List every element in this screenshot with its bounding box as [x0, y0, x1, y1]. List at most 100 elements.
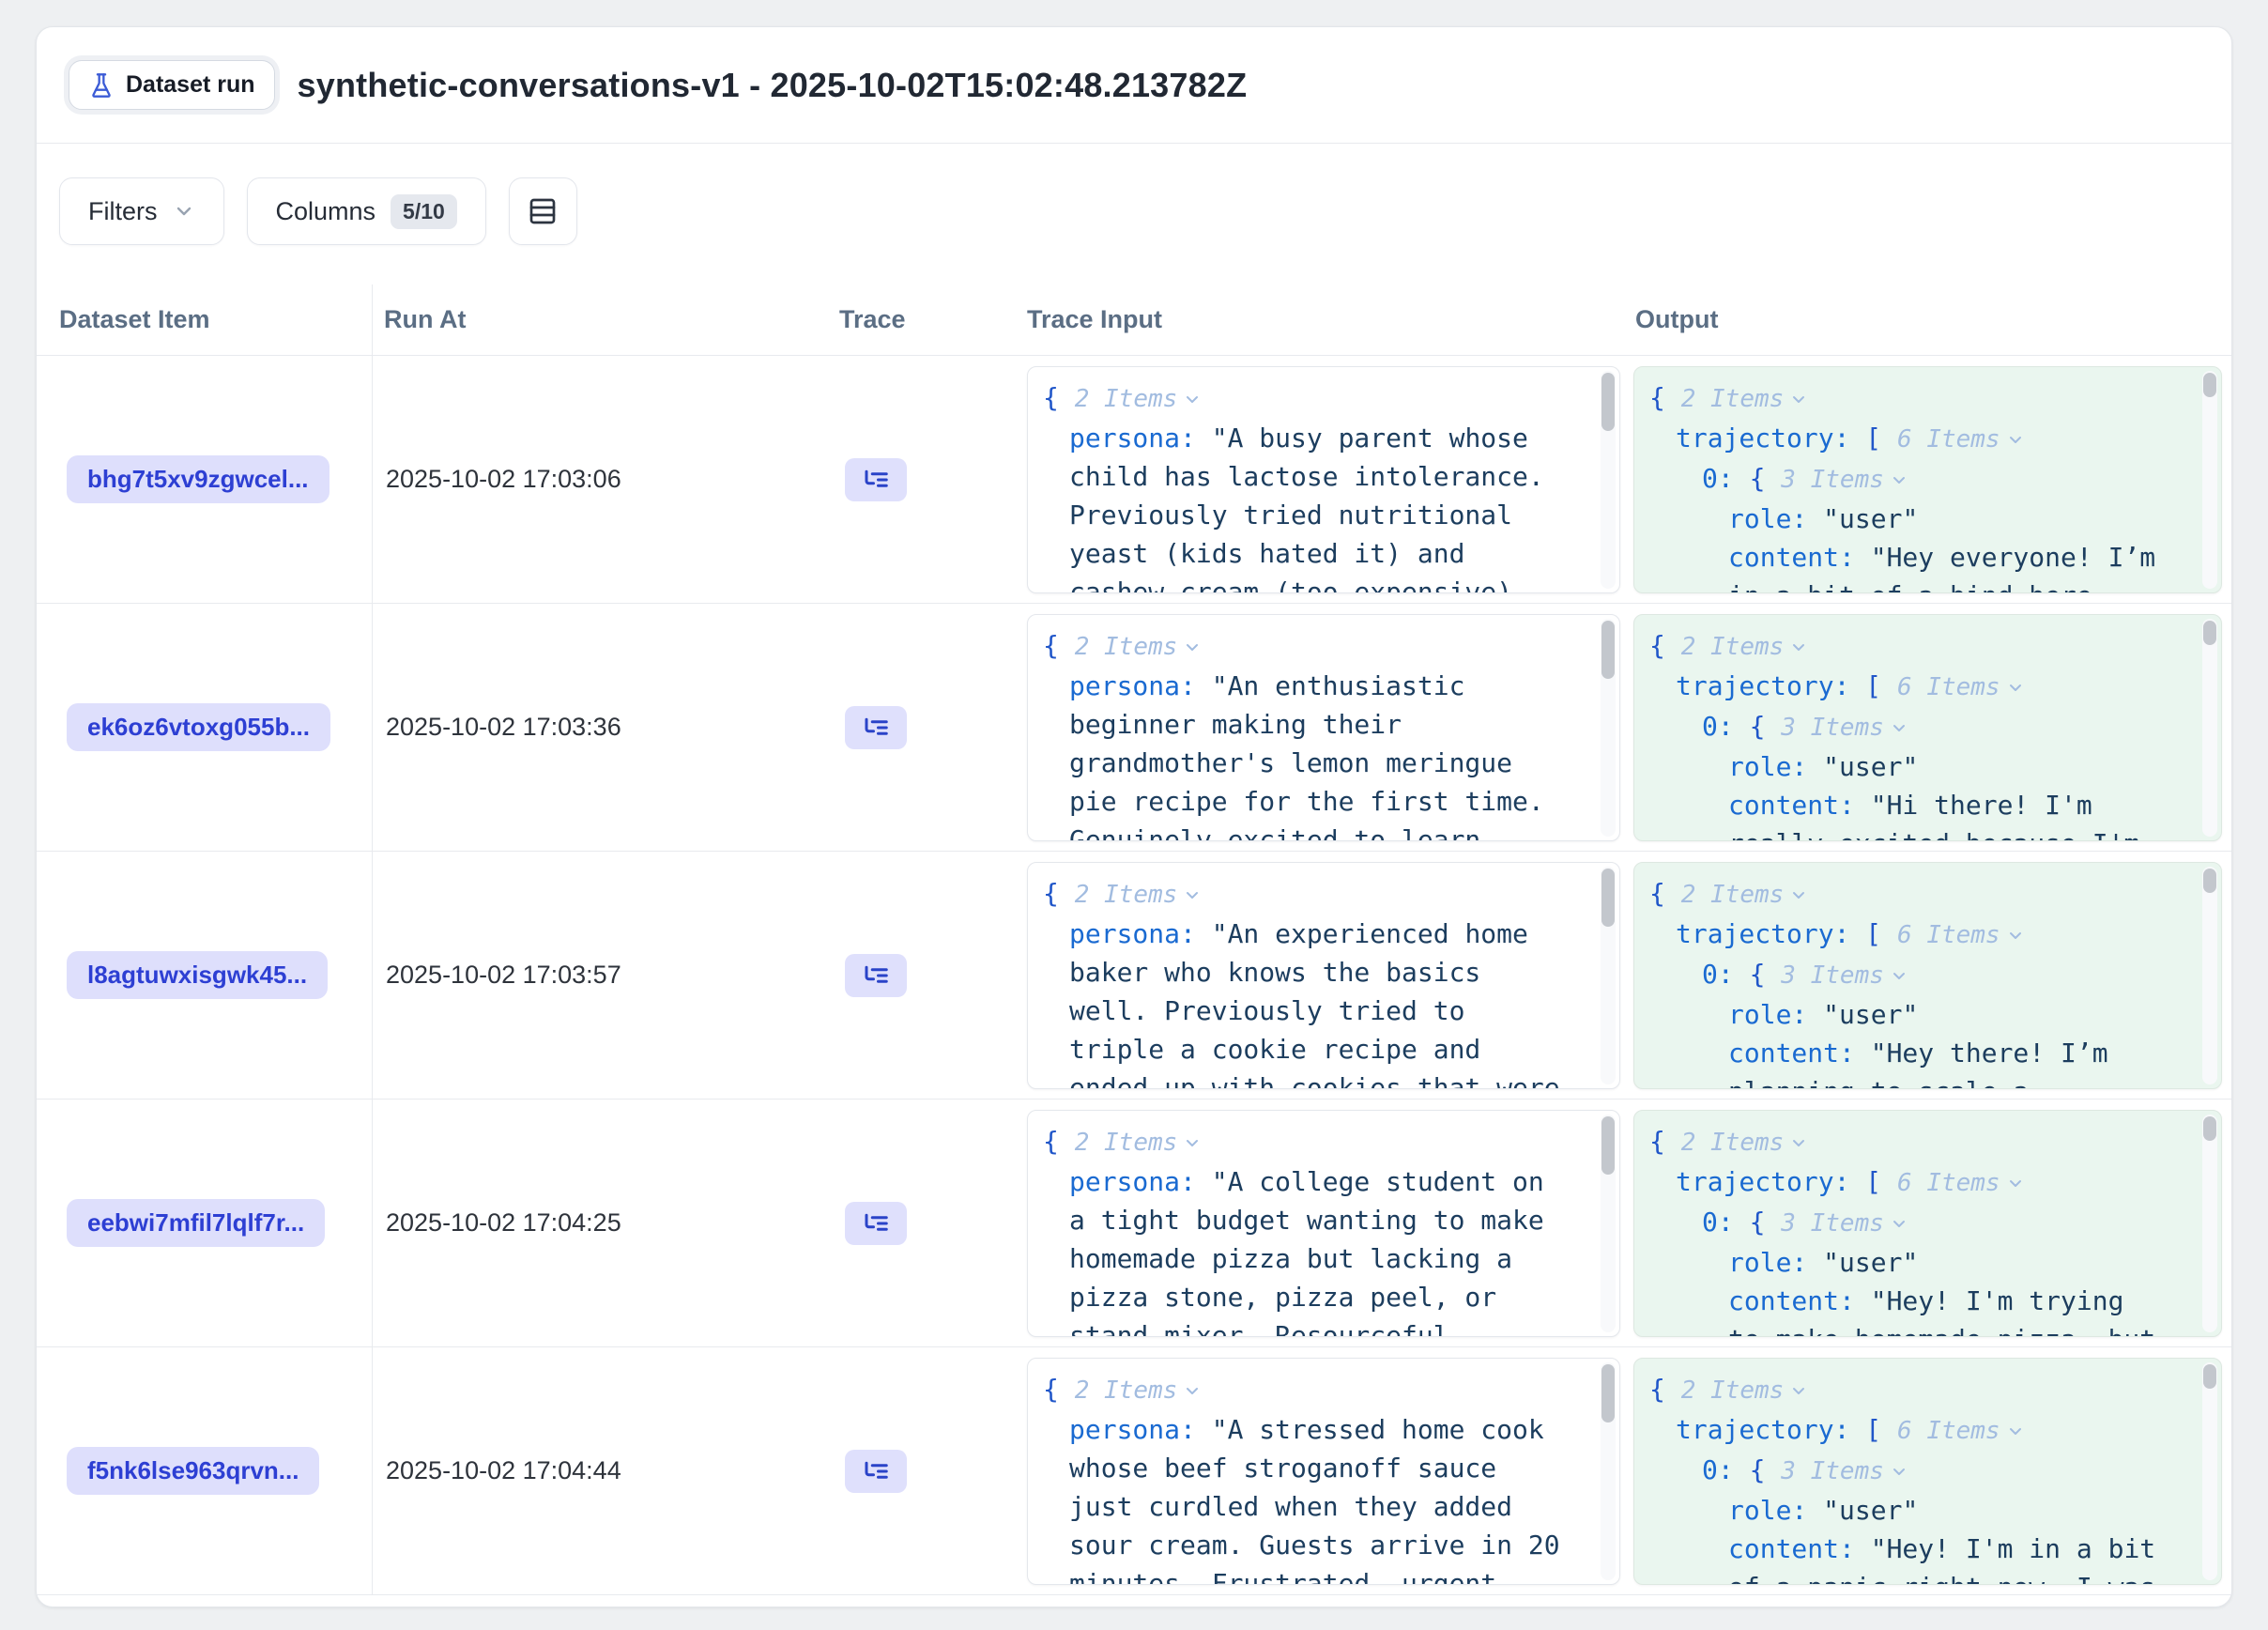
- dataset-item-pill[interactable]: bhg7t5xv9zgwcel...: [67, 455, 329, 503]
- expand-chevron-icon[interactable]: [1890, 470, 1908, 489]
- trace-button[interactable]: [845, 1450, 907, 1493]
- trace-button[interactable]: [845, 954, 907, 997]
- expand-chevron-icon[interactable]: [1890, 966, 1908, 985]
- scrollbar-thumb[interactable]: [2203, 621, 2216, 645]
- json-string-value: "user": [1823, 1495, 1918, 1526]
- scrollbar[interactable]: [2202, 619, 2217, 837]
- column-header-trace-input: Trace Input: [1016, 284, 1624, 355]
- scrollbar-thumb[interactable]: [1601, 1116, 1615, 1175]
- table-row: ek6oz6vtoxg055b... 2025-10-02 17:03:36 {…: [37, 604, 2231, 852]
- badge-label: Dataset run: [126, 71, 255, 99]
- expand-chevron-icon[interactable]: [1890, 1462, 1908, 1481]
- trace-button[interactable]: [845, 458, 907, 501]
- trace-input-json-viewer[interactable]: { 2 Items persona: "An experienced home …: [1027, 862, 1620, 1089]
- list-tree-icon: [862, 714, 890, 742]
- output-json-viewer[interactable]: { 2 Items trajectory: [ 6 Items 0: { 3 I…: [1633, 614, 2222, 841]
- expand-chevron-icon[interactable]: [1789, 1381, 1808, 1400]
- run-at-cell: 2025-10-02 17:04:44: [373, 1347, 828, 1594]
- scrollbar[interactable]: [2202, 1362, 2217, 1580]
- table-body: bhg7t5xv9zgwcel... 2025-10-02 17:03:06 {…: [37, 356, 2231, 1595]
- toolbar: Filters Columns 5/10: [37, 144, 2231, 284]
- scrollbar-thumb[interactable]: [2203, 1116, 2216, 1141]
- expand-chevron-icon[interactable]: [1183, 390, 1202, 408]
- scrollbar[interactable]: [2202, 371, 2217, 589]
- scrollbar[interactable]: [2202, 1115, 2217, 1332]
- expand-chevron-icon[interactable]: [1183, 1133, 1202, 1152]
- trace-input-json-viewer[interactable]: { 2 Items persona: "A college student on…: [1027, 1110, 1620, 1337]
- dataset-item-cell: f5nk6lse963qrvn...: [37, 1347, 373, 1594]
- chevron-down-icon: [173, 200, 195, 223]
- dataset-item-pill[interactable]: l8agtuwxisgwk45...: [67, 951, 328, 999]
- scrollbar-thumb[interactable]: [1601, 1364, 1615, 1422]
- table-row: f5nk6lse963qrvn... 2025-10-02 17:04:44 {…: [37, 1347, 2231, 1595]
- scrollbar[interactable]: [2202, 867, 2217, 1084]
- expand-chevron-icon[interactable]: [1789, 885, 1808, 904]
- scrollbar-thumb[interactable]: [1601, 869, 1615, 927]
- page-header: Dataset run synthetic-conversations-v1 -…: [37, 27, 2231, 144]
- output-json-viewer[interactable]: { 2 Items trajectory: [ 6 Items 0: { 3 I…: [1633, 1358, 2222, 1585]
- expand-chevron-icon[interactable]: [2006, 1422, 2025, 1440]
- expand-chevron-icon[interactable]: [1890, 718, 1908, 737]
- expand-chevron-icon[interactable]: [1789, 638, 1808, 656]
- scrollbar-thumb[interactable]: [2203, 1364, 2216, 1389]
- output-json-viewer[interactable]: { 2 Items trajectory: [ 6 Items 0: { 3 I…: [1633, 862, 2222, 1089]
- scrollbar[interactable]: [1601, 1115, 1616, 1332]
- scrollbar-thumb[interactable]: [2203, 869, 2216, 893]
- json-string-value: "user": [1823, 1247, 1918, 1278]
- json-key: role:: [1728, 751, 1807, 782]
- expand-chevron-icon[interactable]: [1890, 1214, 1908, 1233]
- trace-input-cell: { 2 Items persona: "A college student on…: [1016, 1099, 1624, 1346]
- json-key: persona:: [1069, 918, 1196, 949]
- json-content: { 2 Items persona: "A busy parent whose …: [1028, 367, 1567, 593]
- scrollbar[interactable]: [1601, 371, 1616, 589]
- run-at-value: 2025-10-02 17:03:06: [386, 465, 621, 494]
- run-at-cell: 2025-10-02 17:04:25: [373, 1099, 828, 1346]
- trace-input-json-viewer[interactable]: { 2 Items persona: "A busy parent whose …: [1027, 366, 1620, 593]
- dataset-item-pill[interactable]: ek6oz6vtoxg055b...: [67, 703, 330, 751]
- expand-chevron-icon[interactable]: [1183, 885, 1202, 904]
- scrollbar-thumb[interactable]: [1601, 373, 1615, 431]
- trace-input-json-viewer[interactable]: { 2 Items persona: "An enthusiastic begi…: [1027, 614, 1620, 841]
- expand-chevron-icon[interactable]: [2006, 926, 2025, 945]
- output-json-viewer[interactable]: { 2 Items trajectory: [ 6 Items 0: { 3 I…: [1633, 366, 2222, 593]
- columns-button[interactable]: Columns 5/10: [247, 177, 486, 245]
- filters-button[interactable]: Filters: [59, 177, 224, 245]
- output-json-viewer[interactable]: { 2 Items trajectory: [ 6 Items 0: { 3 I…: [1633, 1110, 2222, 1337]
- expand-chevron-icon[interactable]: [1789, 1133, 1808, 1152]
- run-at-cell: 2025-10-02 17:03:36: [373, 604, 828, 851]
- trace-input-cell: { 2 Items persona: "An enthusiastic begi…: [1016, 604, 1624, 851]
- column-header-dataset-item: Dataset Item: [37, 284, 373, 355]
- expand-chevron-icon[interactable]: [1183, 638, 1202, 656]
- json-key: persona:: [1069, 670, 1196, 701]
- json-content: { 2 Items persona: "An enthusiastic begi…: [1028, 615, 1567, 841]
- rows-icon: [528, 196, 558, 226]
- scrollbar[interactable]: [1601, 867, 1616, 1084]
- expand-chevron-icon[interactable]: [2006, 430, 2025, 449]
- expand-chevron-icon[interactable]: [1789, 390, 1808, 408]
- row-height-button[interactable]: [509, 177, 577, 245]
- run-at-value: 2025-10-02 17:03:36: [386, 713, 621, 742]
- json-content: { 2 Items trajectory: [ 6 Items 0: { 3 I…: [1634, 615, 2160, 841]
- output-cell: { 2 Items trajectory: [ 6 Items 0: { 3 I…: [1624, 604, 2225, 851]
- run-at-cell: 2025-10-02 17:03:06: [373, 356, 828, 603]
- json-key: role:: [1728, 1247, 1807, 1278]
- output-cell: { 2 Items trajectory: [ 6 Items 0: { 3 I…: [1624, 356, 2225, 603]
- json-key: content:: [1728, 1285, 1855, 1316]
- trace-button[interactable]: [845, 706, 907, 749]
- expand-chevron-icon[interactable]: [2006, 1174, 2025, 1192]
- json-key: content:: [1728, 790, 1855, 821]
- expand-chevron-icon[interactable]: [2006, 678, 2025, 697]
- trace-button[interactable]: [845, 1202, 907, 1245]
- dataset-item-pill[interactable]: eebwi7mfil7lqlf7r...: [67, 1199, 325, 1247]
- scrollbar-thumb[interactable]: [1601, 621, 1615, 679]
- expand-chevron-icon[interactable]: [1183, 1381, 1202, 1400]
- json-string-value: "user": [1823, 503, 1918, 534]
- json-key: trajectory:: [1676, 1166, 1849, 1197]
- column-header-run-at: Run At: [373, 284, 828, 355]
- trace-input-json-viewer[interactable]: { 2 Items persona: "A stressed home cook…: [1027, 1358, 1620, 1585]
- dataset-item-pill[interactable]: f5nk6lse963qrvn...: [67, 1447, 319, 1495]
- scrollbar[interactable]: [1601, 1362, 1616, 1580]
- scrollbar[interactable]: [1601, 619, 1616, 837]
- scrollbar-thumb[interactable]: [2203, 373, 2216, 397]
- output-cell: { 2 Items trajectory: [ 6 Items 0: { 3 I…: [1624, 1099, 2225, 1346]
